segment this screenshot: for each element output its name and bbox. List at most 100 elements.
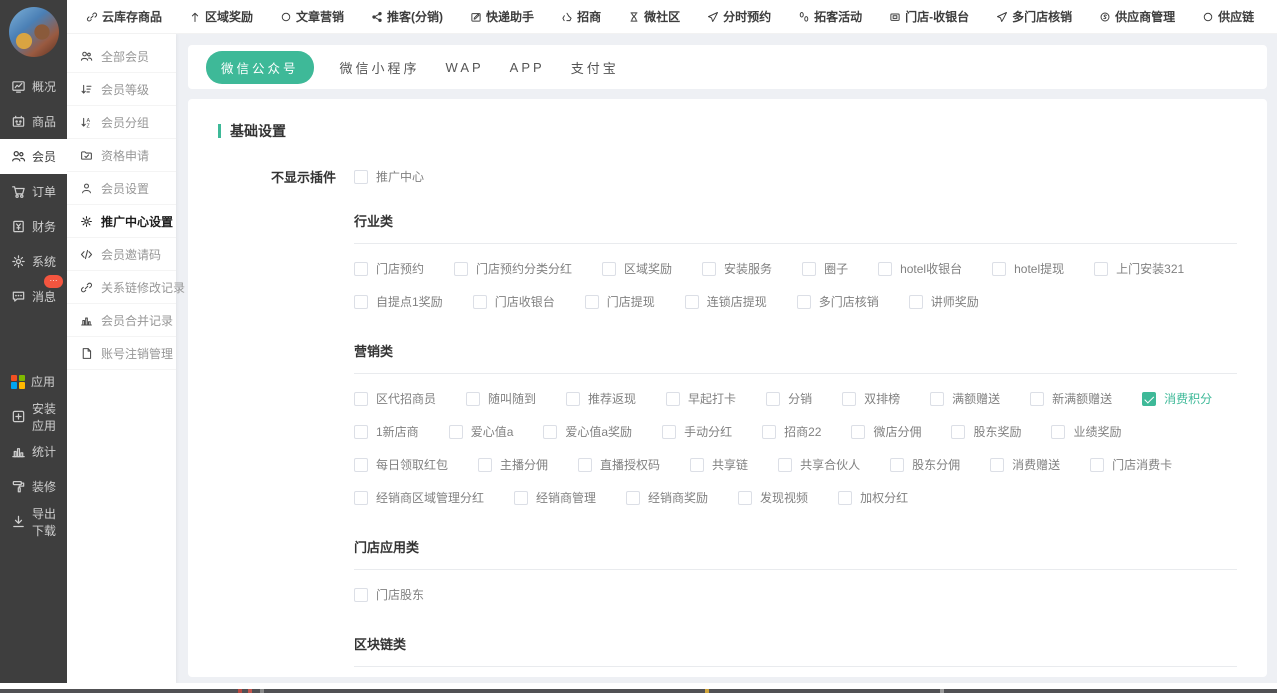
tab[interactable]: APP [510,60,545,75]
checkbox-box[interactable] [1090,458,1104,472]
checkbox-box[interactable] [662,425,676,439]
plugin-checkbox[interactable]: 直播授权码 [578,456,660,473]
checkbox-box[interactable] [354,262,368,276]
plugin-checkbox[interactable]: 爱心值a奖励 [543,423,632,440]
plugin-checkbox[interactable]: 股东奖励 [951,423,1021,440]
topbar-item[interactable]: 云库存商品 [86,8,162,25]
checkbox-box[interactable] [992,262,1006,276]
plugin-checkbox[interactable]: 自提点1奖励 [354,293,443,310]
plugin-checkbox[interactable]: 推广中心 [354,168,424,185]
plugin-checkbox[interactable]: hotel收银台 [878,260,962,277]
sidebar-item-overview[interactable]: 概况 [0,69,67,104]
plugin-checkbox[interactable]: 手动分红 [662,423,732,440]
checkbox-box[interactable] [838,491,852,505]
topbar-item[interactable]: 拓客活动 [798,8,862,25]
plugin-checkbox[interactable]: 区代招商员 [354,390,436,407]
plugin-checkbox[interactable]: 安装服务 [702,260,772,277]
checkbox-box[interactable] [762,425,776,439]
plugin-checkbox[interactable]: 门店提现 [585,293,655,310]
submenu-item-promotion-center-settings[interactable]: 推广中心设置 [67,205,176,238]
plugin-checkbox[interactable]: 随叫随到 [466,390,536,407]
plugin-checkbox[interactable]: 分销 [766,390,812,407]
submenu-item-member-settings[interactable]: 会员设置 [67,172,176,205]
checkbox-box[interactable] [543,425,557,439]
checkbox-box[interactable] [851,425,865,439]
topbar-item[interactable]: 多门店核销 [996,8,1072,25]
sidebar-item-apps[interactable]: 应用 [0,364,67,399]
submenu-item-merge-log[interactable]: 会员合并记录 [67,304,176,337]
plugin-checkbox[interactable]: 经销商区域管理分红 [354,489,484,506]
checkbox-box[interactable] [1094,262,1108,276]
checkbox-box[interactable] [1030,392,1044,406]
checkbox-box[interactable] [354,295,368,309]
plugin-checkbox[interactable]: 门店消费卡 [1090,456,1172,473]
checkbox-box[interactable] [473,295,487,309]
checkbox-box[interactable] [738,491,752,505]
topbar-item[interactable]: 招商 [561,8,601,25]
checkbox-box[interactable] [449,425,463,439]
topbar-item[interactable]: 门店-收银台 [889,8,969,25]
checkbox-box[interactable] [466,392,480,406]
sidebar-item-system[interactable]: 系统 [0,244,67,279]
sidebar-item-export-download[interactable]: 导出下载 [0,504,67,539]
checkbox-box[interactable] [766,392,780,406]
topbar-item[interactable]: 分时预约 [707,8,771,25]
topbar-item[interactable]: 供应链 [1202,8,1254,25]
plugin-checkbox[interactable]: 招商22 [762,423,821,440]
plugin-checkbox[interactable]: 门店预约分类分红 [454,260,572,277]
checkbox-box[interactable] [1142,392,1156,406]
checkbox-box[interactable] [990,458,1004,472]
plugin-checkbox[interactable]: 满额赠送 [930,390,1000,407]
topbar-item[interactable]: 推客(分销) [371,8,443,25]
plugin-checkbox[interactable]: 上门安装321 [1094,260,1184,277]
sidebar-item-stats[interactable]: 统计 [0,434,67,469]
plugin-checkbox[interactable]: 共享链 [690,456,748,473]
plugin-checkbox[interactable]: 双排榜 [842,390,900,407]
checkbox-box[interactable] [585,295,599,309]
plugin-checkbox[interactable]: 微店分佣 [851,423,921,440]
checkbox-box[interactable] [578,458,592,472]
checkbox-box[interactable] [626,491,640,505]
submenu-item-all-members[interactable]: 全部会员 [67,40,176,73]
sidebar-item-goods[interactable]: 商品 [0,104,67,139]
topbar-item[interactable]: 微社区 [628,8,680,25]
plugin-checkbox[interactable]: 业绩奖励 [1051,423,1121,440]
tab[interactable]: WAP [446,60,484,75]
checkbox-box[interactable] [842,392,856,406]
checkbox-box[interactable] [354,170,368,184]
plugin-checkbox[interactable]: 连锁店提现 [685,293,767,310]
checkbox-box[interactable] [1051,425,1065,439]
checkbox-box[interactable] [702,262,716,276]
checkbox-box[interactable] [354,425,368,439]
checkbox-box[interactable] [802,262,816,276]
checkbox-box[interactable] [354,392,368,406]
tab[interactable]: 支付宝 [571,58,619,77]
plugin-checkbox[interactable]: 经销商管理 [514,489,596,506]
sidebar-item-decorate[interactable]: 装修 [0,469,67,504]
checkbox-box[interactable] [354,588,368,602]
plugin-checkbox[interactable]: 门店收银台 [473,293,555,310]
plugin-checkbox[interactable]: 门店股东 [354,586,424,603]
checkbox-box[interactable] [602,262,616,276]
plugin-checkbox[interactable]: 门店预约 [354,260,424,277]
checkbox-box[interactable] [566,392,580,406]
plugin-checkbox[interactable]: 经销商奖励 [626,489,708,506]
submenu-item-qualification[interactable]: 资格申请 [67,139,176,172]
plugin-checkbox[interactable]: 多门店核销 [797,293,879,310]
topbar-item[interactable]: 供应商管理 [1099,8,1175,25]
checkbox-box[interactable] [951,425,965,439]
submenu-item-relation-log[interactable]: 关系链修改记录 [67,271,176,304]
plugin-checkbox[interactable]: 讲师奖励 [909,293,979,310]
plugin-checkbox[interactable]: 消费赠送 [990,456,1060,473]
checkbox-box[interactable] [778,458,792,472]
topbar-item[interactable]: 快递助手 [470,8,534,25]
plugin-checkbox[interactable]: hotel提现 [992,260,1064,277]
checkbox-box[interactable] [666,392,680,406]
sidebar-item-orders[interactable]: 订单 [0,174,67,209]
plugin-checkbox[interactable]: 1新店商 [354,423,419,440]
checkbox-box[interactable] [930,392,944,406]
plugin-checkbox[interactable]: 推荐返现 [566,390,636,407]
plugin-checkbox[interactable]: 圈子 [802,260,848,277]
checkbox-box[interactable] [514,491,528,505]
plugin-checkbox[interactable]: 主播分佣 [478,456,548,473]
